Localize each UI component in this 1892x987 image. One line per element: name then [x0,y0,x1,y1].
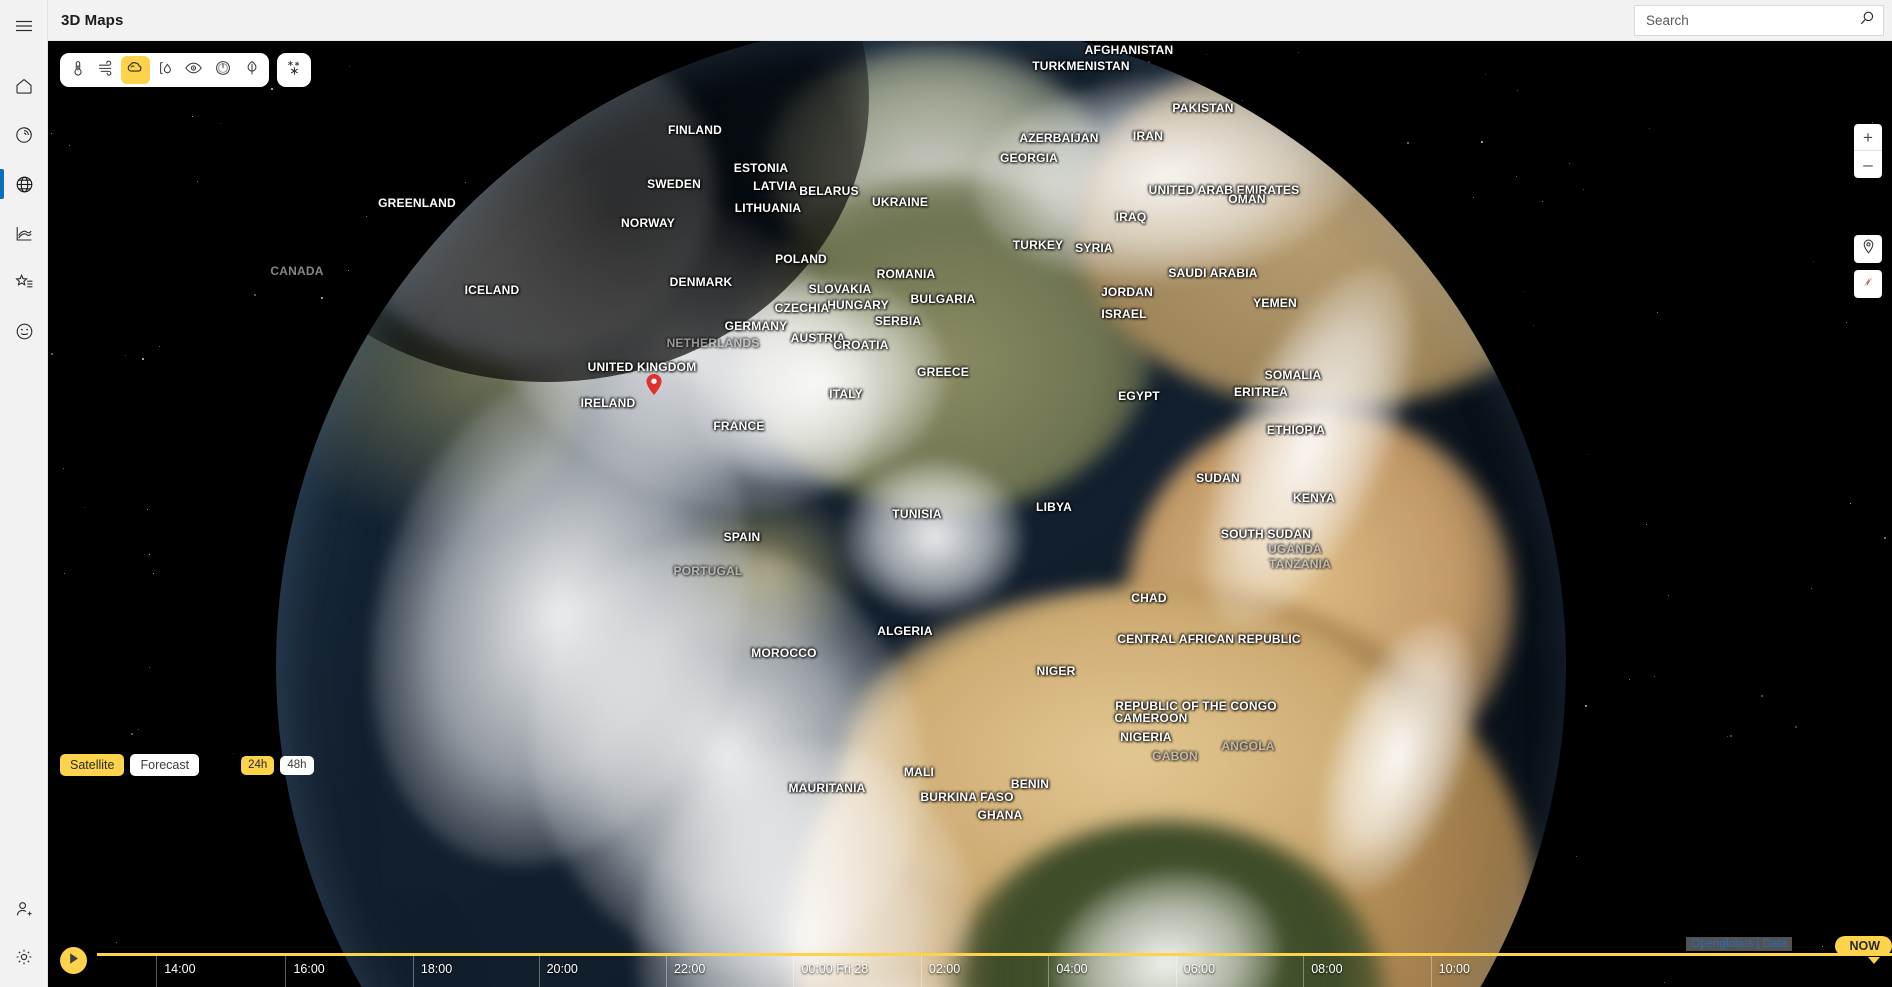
timeline-tick[interactable]: 22:00 [666,956,705,987]
timeline-tick-label: 20:00 [546,962,578,976]
now-marker[interactable]: NOW [1835,936,1892,964]
timeline-tick[interactable]: 10:00 [1430,956,1470,987]
timeline-tick[interactable]: 02:00 [920,956,960,987]
timeline-tick-label: 00:00 Fri 28 [801,962,869,976]
layer-button-pollen[interactable] [237,56,266,84]
snowflake-icon [284,58,304,83]
search-icon[interactable] [1859,10,1875,31]
timeline-tick-label: 08:00 [1311,962,1343,976]
timeline-tick[interactable]: 18:00 [412,956,452,987]
timeline-tick[interactable]: 20:00 [538,956,578,987]
mode-chip-satellite[interactable]: Satellite [60,754,125,776]
play-button[interactable] [60,947,87,974]
now-pointer [1868,957,1880,964]
radar-icon [14,125,34,145]
top-bar: 3D Maps [48,0,1892,41]
zoom-out-button[interactable]: – [1854,151,1882,178]
page-title: 3D Maps [61,11,124,29]
layer-button-wind[interactable] [92,56,121,84]
thermometer-icon [69,59,87,82]
layer-button-visibility[interactable] [179,56,208,84]
cloud-icon [126,59,145,82]
globe-surface [276,41,1566,987]
line-chart-icon [14,223,35,244]
timeline-tick[interactable]: 14:00 [156,956,196,987]
timeline-tick[interactable]: 06:00 [1175,956,1215,987]
timeline-tick[interactable]: 04:00 [1048,956,1088,987]
timeline-tick[interactable]: 16:00 [285,956,325,987]
now-label: NOW [1835,936,1892,956]
timeline-tick[interactable]: 00:00 Fri 28 [793,956,868,987]
home-icon [14,76,34,96]
left-sidebar [0,0,48,987]
timeline-tick-label: 16:00 [293,962,325,976]
gauge-icon [214,59,232,82]
layer-button-pressure[interactable] [208,56,237,84]
smiley-icon [14,321,35,342]
timeline-tick-label: 18:00 [420,962,453,976]
zoom-in-button[interactable]: + [1854,124,1882,151]
range-chip-48h[interactable]: 48h [280,755,314,775]
sidebar-item-radar[interactable] [0,111,48,159]
location-marker[interactable] [646,374,662,395]
layer-toolbar [60,53,311,87]
search-input[interactable] [1646,13,1859,28]
timeline-tick-label: 02:00 [928,962,961,976]
layer-button-temperature[interactable] [63,56,92,84]
locate-me-button[interactable] [1854,235,1882,263]
sidebar-item-home[interactable] [0,62,48,110]
sidebar-item-feedback[interactable] [0,307,48,355]
search-box[interactable] [1634,5,1884,36]
attribution-label[interactable]: Openglobus | Data [1686,937,1792,951]
timeline[interactable]: 14:00 16:00 18:00 20:00 22:00 00:00 Fri 28 02:… [48,936,1892,987]
layer-button-group [60,53,269,87]
layer-button-snow[interactable] [277,53,311,87]
globe-3d[interactable] [276,41,1566,987]
globe-icon [14,174,35,195]
sidebar-item-maps[interactable] [0,160,48,208]
raindrop-icon [155,59,174,82]
timeline-tick-label: 22:00 [674,962,706,976]
range-chip-24h[interactable]: 24h [241,755,275,775]
map-viewport[interactable]: AFGHANISTAN TURKMENISTAN PAKISTAN FINLAND IR… [48,41,1892,987]
timeline-tick-label: 04:00 [1056,962,1088,976]
hamburger-menu-icon [14,16,34,36]
zoom-control: + – [1854,124,1882,178]
timeline-tick-label: 14:00 [164,962,196,976]
play-icon [68,952,80,970]
mode-chip-forecast[interactable]: Forecast [130,754,200,776]
add-user-icon [14,899,34,919]
layer-button-clouds[interactable] [121,56,150,84]
timeline-tick-label: 06:00 [1183,962,1216,976]
compass-button[interactable] [1854,270,1882,298]
gear-icon [14,947,34,967]
leaf-icon [243,59,261,82]
sidebar-item-settings[interactable] [0,933,48,981]
map-mode-bar: Satellite Forecast 24h 48h [60,754,320,776]
sidebar-item-charts[interactable] [0,209,48,257]
eye-icon [184,59,203,82]
sidebar-item-favorites[interactable] [0,258,48,306]
star-list-icon [14,272,35,293]
location-pin-icon [1860,238,1877,260]
layer-button-precipitation[interactable] [150,56,179,84]
timeline-ticks: 14:00 16:00 18:00 20:00 22:00 00:00 Fri 28 02:… [97,956,1892,987]
app-root: 3D Maps Search AFGHANISTAN TURKMENISTAN … [0,0,1892,987]
hamburger-menu-button[interactable] [0,2,48,50]
timeline-tick[interactable]: 08:00 [1303,956,1343,987]
sidebar-item-account[interactable] [0,885,48,933]
wind-icon [97,59,116,82]
time-range-group: 24h 48h [241,755,319,775]
timeline-tick-label: 10:00 [1438,962,1470,976]
compass-icon [1859,273,1877,296]
cloud-layer [843,459,1025,615]
